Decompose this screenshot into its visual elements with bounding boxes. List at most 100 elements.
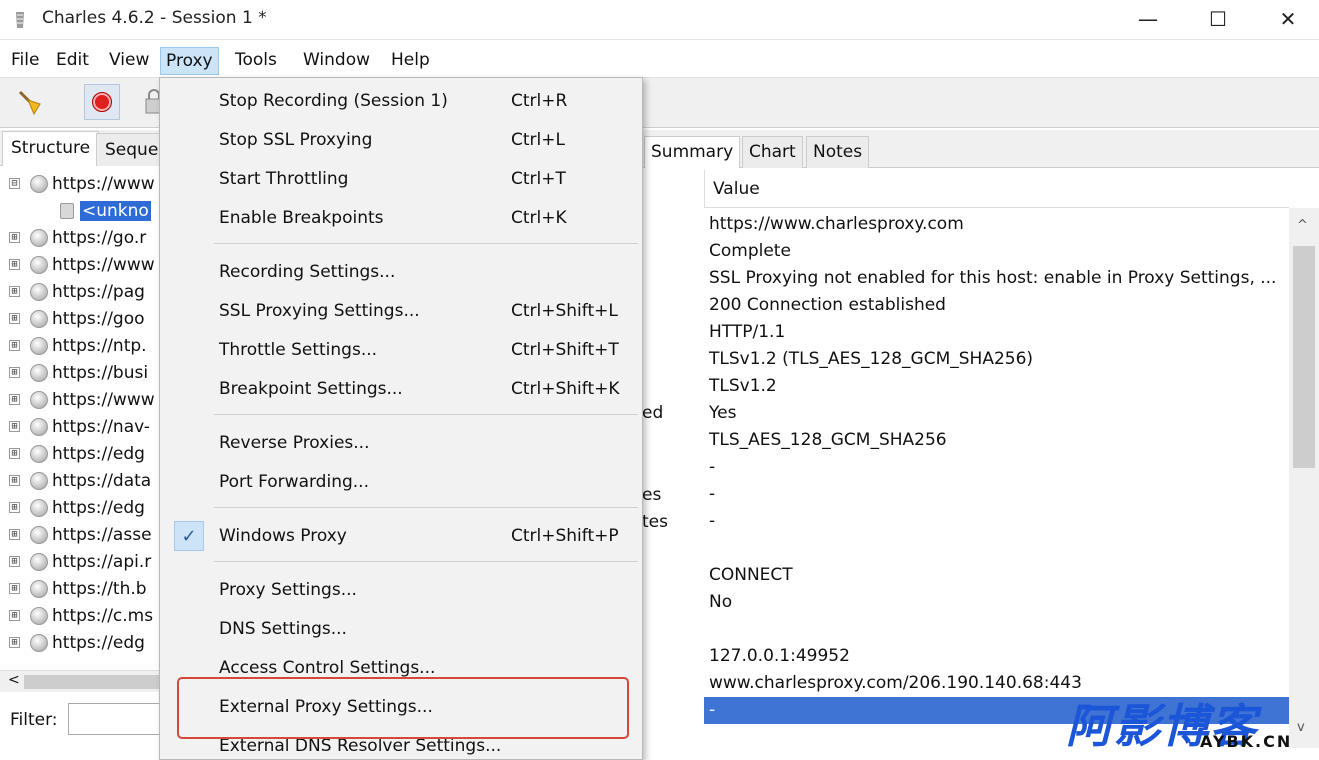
tab-structure[interactable]: Structure <box>2 131 100 166</box>
clear-session-button[interactable] <box>12 84 48 120</box>
name-cell-fragment: es <box>642 485 662 505</box>
expand-toggle-icon[interactable]: ⊞ <box>9 448 20 459</box>
tree-row[interactable]: ⊞ https://www <box>0 251 159 278</box>
tree-row[interactable]: ⊞ https://goo <box>0 305 159 332</box>
menu-window[interactable]: Window <box>298 47 375 75</box>
proxy-menu-item[interactable]: Stop Recording (Session 1) Ctrl+R <box>160 82 642 121</box>
value-cell[interactable]: TLSv1.2 (TLS_AES_128_GCM_SHA256) <box>709 346 1033 373</box>
proxy-menu-item[interactable]: Throttle Settings... Ctrl+Shift+T <box>160 331 642 370</box>
expand-toggle-icon[interactable]: ⊞ <box>9 286 20 297</box>
expand-toggle-icon[interactable]: ⊞ <box>9 637 20 648</box>
value-cell[interactable]: Complete <box>709 238 791 265</box>
menu-item-label: Reverse Proxies... <box>219 433 370 453</box>
expand-toggle-icon[interactable]: ⊞ <box>9 583 20 594</box>
value-cell[interactable]: https://www.charlesproxy.com <box>709 211 964 238</box>
tab-notes[interactable]: Notes <box>806 136 870 168</box>
value-cell[interactable]: CONNECT <box>709 562 793 589</box>
scroll-thumb[interactable] <box>24 675 159 689</box>
filter-input[interactable] <box>68 703 159 735</box>
tree-row[interactable]: ⊞ https://ntp. <box>0 332 159 359</box>
tree-row[interactable]: ⊞ https://data <box>0 467 159 494</box>
value-cell[interactable]: - <box>709 508 715 535</box>
host-globe-icon <box>30 282 48 301</box>
close-button[interactable]: ✕ <box>1258 0 1318 38</box>
proxy-menu-item[interactable]: Port Forwarding... <box>160 463 642 502</box>
proxy-menu-item[interactable]: Start Throttling Ctrl+T <box>160 160 642 199</box>
tree-row[interactable]: ⊞ https://edg <box>0 494 159 521</box>
proxy-menu-item[interactable]: Stop SSL Proxying Ctrl+L <box>160 121 642 160</box>
value-column-header[interactable]: Value <box>704 170 1289 208</box>
scroll-left-icon[interactable]: < <box>8 672 20 688</box>
expand-toggle-icon[interactable]: ⊞ <box>9 340 20 351</box>
tree-row[interactable]: ⊞ https://api.r <box>0 548 159 575</box>
vertical-scrollbar[interactable]: ^ v <box>1289 208 1319 748</box>
proxy-menu-item[interactable]: ✓ Windows Proxy Ctrl+Shift+P <box>160 517 642 556</box>
menu-item-label: Port Forwarding... <box>219 472 369 492</box>
proxy-menu-item[interactable]: Breakpoint Settings... Ctrl+Shift+K <box>160 370 642 409</box>
value-cell[interactable]: TLS_AES_128_GCM_SHA256 <box>709 427 947 454</box>
tree-row[interactable]: ⊞ https://busi <box>0 359 159 386</box>
scroll-up-icon[interactable]: ^ <box>1297 218 1308 233</box>
record-button[interactable] <box>84 84 120 120</box>
menu-file[interactable]: File <box>6 47 44 75</box>
tree-row[interactable]: ⊞ https://th.b <box>0 575 159 602</box>
tree-row[interactable]: ⊞ https://edg <box>0 629 159 656</box>
scroll-down-icon[interactable]: v <box>1297 720 1305 735</box>
value-cell[interactable]: - <box>709 697 715 724</box>
proxy-menu-item[interactable]: SSL Proxying Settings... Ctrl+Shift+L <box>160 292 642 331</box>
expand-toggle-icon[interactable]: ⊞ <box>9 529 20 540</box>
expand-toggle-icon[interactable]: ⊞ <box>9 313 20 324</box>
tab-chart[interactable]: Chart <box>742 136 803 168</box>
tree-row[interactable]: ⊞ https://c.ms <box>0 602 159 629</box>
horizontal-scrollbar[interactable]: < <box>0 670 159 692</box>
expand-toggle-icon[interactable]: ⊞ <box>9 394 20 405</box>
tree-row[interactable]: ⊞ https://nav- <box>0 413 159 440</box>
tree-row[interactable]: ⊞ https://asse <box>0 521 159 548</box>
expand-toggle-icon[interactable]: ⊞ <box>9 610 20 621</box>
menu-separator <box>214 243 638 244</box>
expand-toggle-icon[interactable]: ⊞ <box>9 556 20 567</box>
value-header-label: Value <box>713 179 760 199</box>
proxy-menu-item[interactable]: DNS Settings... <box>160 610 642 649</box>
tab-sequence[interactable]: Seque <box>96 133 159 166</box>
minimize-button[interactable]: — <box>1118 0 1178 38</box>
scroll-thumb[interactable] <box>1293 246 1315 468</box>
value-cell[interactable]: - <box>709 454 715 481</box>
expand-toggle-icon[interactable]: ⊞ <box>9 502 20 513</box>
menu-edit[interactable]: Edit <box>51 47 94 75</box>
value-cell[interactable]: Yes <box>709 400 736 427</box>
value-cell[interactable]: www.charlesproxy.com/206.190.140.68:443 <box>709 670 1082 697</box>
tree-row[interactable]: ⊞ https://go.r <box>0 224 159 251</box>
expand-toggle-icon[interactable]: ⊞ <box>9 475 20 486</box>
proxy-menu-item[interactable]: Recording Settings... <box>160 253 642 292</box>
expand-toggle-icon[interactable]: ⊟ <box>9 178 20 189</box>
value-cell[interactable]: No <box>709 589 732 616</box>
menu-help[interactable]: Help <box>386 47 435 75</box>
host-globe-icon <box>30 417 48 436</box>
menu-view[interactable]: View <box>104 47 154 75</box>
value-cell[interactable]: 127.0.0.1:49952 <box>709 643 850 670</box>
tree-row[interactable]: ⊞ https://edg <box>0 440 159 467</box>
expand-toggle-icon[interactable]: ⊞ <box>9 259 20 270</box>
maximize-button[interactable]: ☐ <box>1188 0 1248 38</box>
value-cell[interactable]: HTTP/1.1 <box>709 319 785 346</box>
tree-row[interactable]: ⊟ https://www <box>0 170 159 197</box>
tree-row[interactable]: <unkno <box>0 197 159 224</box>
menu-tools[interactable]: Tools <box>230 47 282 75</box>
value-cell[interactable]: - <box>709 481 715 508</box>
proxy-menu-item[interactable]: Enable Breakpoints Ctrl+K <box>160 199 642 238</box>
tab-summary[interactable]: Summary <box>644 136 741 168</box>
value-cell[interactable]: TLSv1.2 <box>709 373 777 400</box>
proxy-menu-item[interactable]: Reverse Proxies... <box>160 424 642 463</box>
watermark: 阿影博客 AYBK.CN <box>1066 690 1298 755</box>
expand-toggle-icon[interactable]: ⊞ <box>9 232 20 243</box>
expand-toggle-icon[interactable]: ⊞ <box>9 421 20 432</box>
expand-toggle-icon[interactable]: ⊞ <box>9 367 20 378</box>
value-cell[interactable]: SSL Proxying not enabled for this host: … <box>709 265 1276 292</box>
menu-proxy[interactable]: Proxy <box>160 47 219 75</box>
proxy-menu-item[interactable]: Proxy Settings... <box>160 571 642 610</box>
tree-row[interactable]: ⊞ https://www <box>0 386 159 413</box>
menu-item-label: Enable Breakpoints <box>219 208 384 228</box>
value-cell[interactable]: 200 Connection established <box>709 292 946 319</box>
tree-row[interactable]: ⊞ https://pag <box>0 278 159 305</box>
